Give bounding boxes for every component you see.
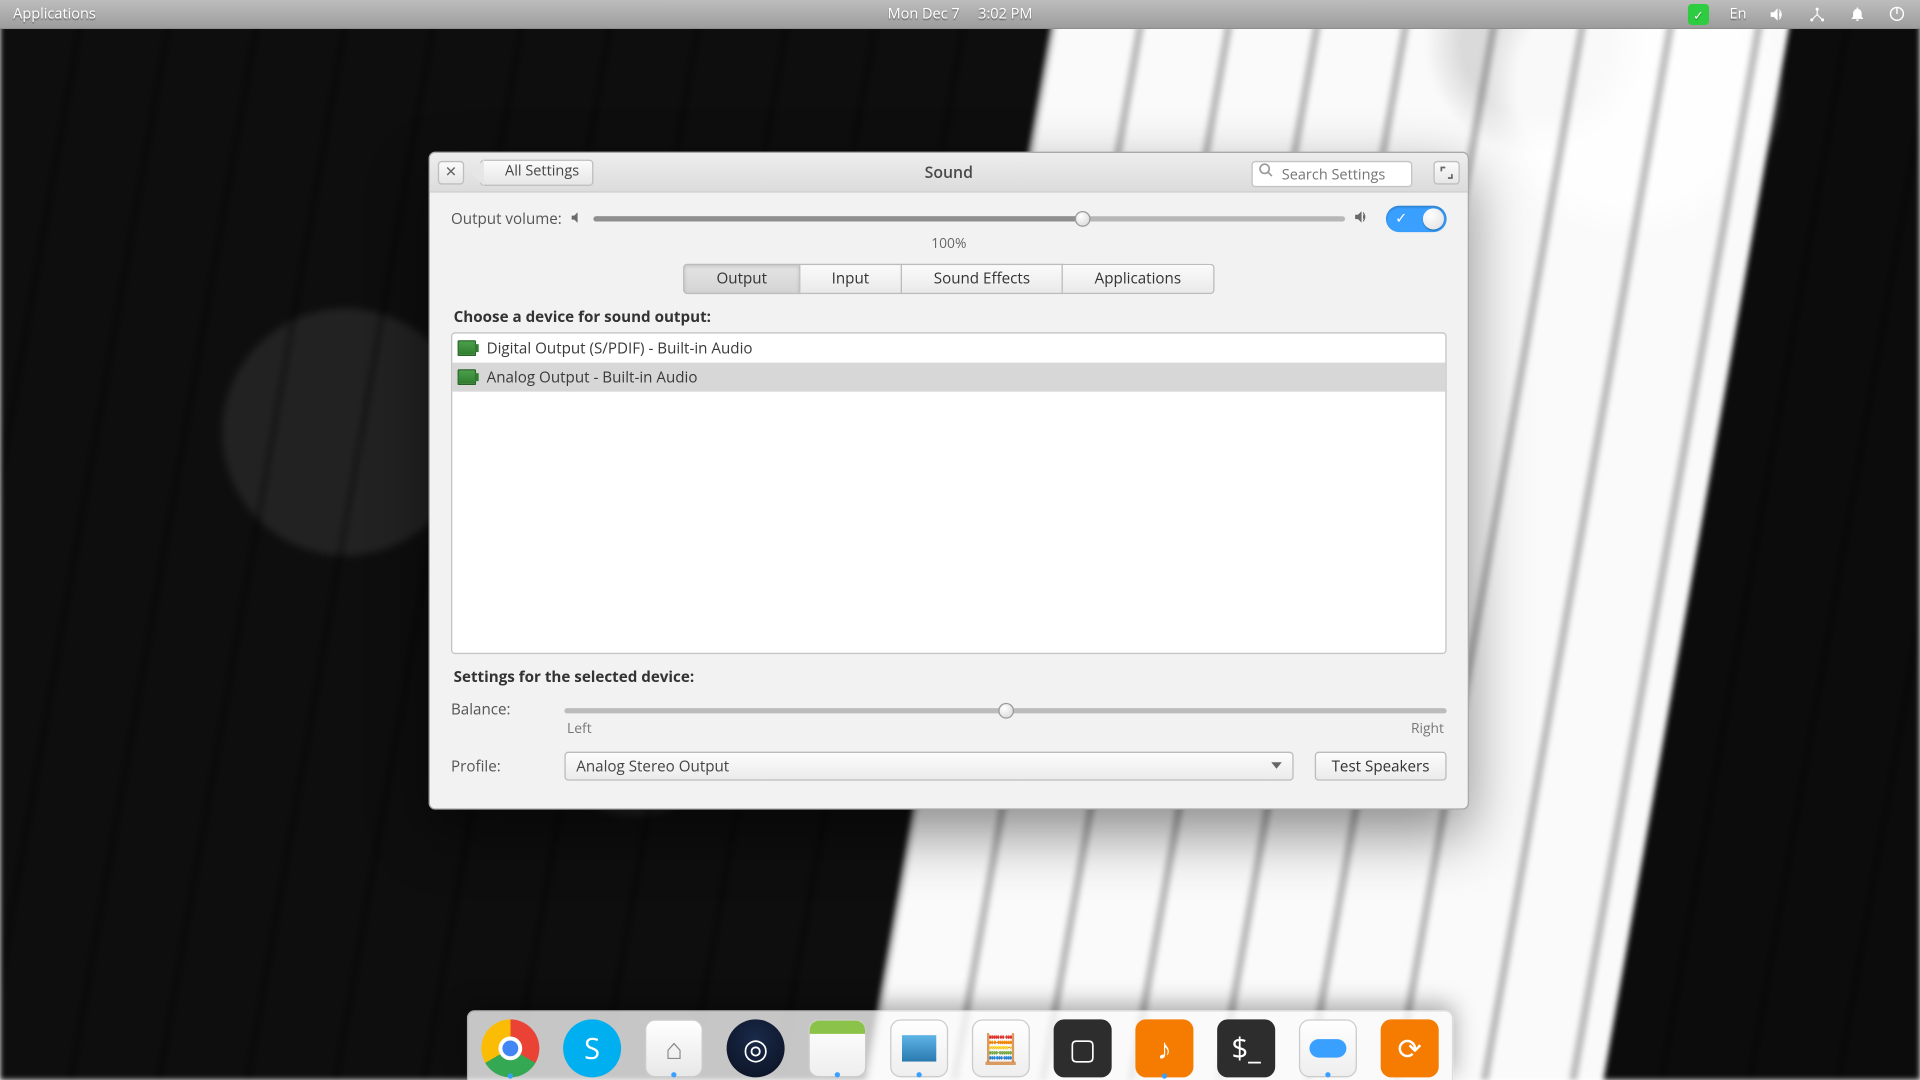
dock-calendar[interactable] [808,1019,866,1077]
balance-label: Balance: [451,700,543,720]
dock-sync[interactable]: ⟳ [1381,1019,1439,1077]
maximize-button[interactable] [1433,160,1459,184]
dock-steam[interactable]: ◎ [727,1019,785,1077]
dock-image-viewer[interactable] [890,1019,948,1077]
applications-menu[interactable]: Applications [13,0,96,28]
device-row[interactable]: Digital Output (S/PDIF) - Built-in Audio [452,334,1445,363]
search-icon [1258,161,1274,183]
updates-icon[interactable]: ✓ [1688,3,1709,24]
running-indicator [1325,1072,1330,1077]
device-name: Digital Output (S/PDIF) - Built-in Audio [487,338,753,358]
tab-output[interactable]: Output [684,264,800,294]
keyboard-layout-icon[interactable]: En [1727,3,1748,24]
profile-combobox[interactable]: Analog Stereo Output [564,752,1293,781]
speaker-low-icon [570,208,586,230]
dock-files[interactable]: ⌂ [645,1019,703,1077]
sound-card-icon [458,369,476,385]
device-name: Analog Output - Built-in Audio [487,367,698,387]
window-title: Sound [925,161,973,183]
dock-calculator[interactable]: 🧮 [972,1019,1030,1077]
search-settings-input[interactable] [1251,161,1412,187]
notifications-tray-icon[interactable] [1846,3,1867,24]
output-volume-percent: 100% [451,235,1447,253]
chevron-down-icon [1271,762,1282,769]
dock-settings-switch[interactable] [1299,1019,1357,1077]
sound-settings-window: ✕ All Settings Sound Output volume: [429,152,1469,810]
power-tray-icon[interactable] [1886,3,1907,24]
balance-slider[interactable] [564,701,1446,719]
panel-date[interactable]: Mon Dec 7 [888,0,960,29]
tab-sound-effects[interactable]: Sound Effects [902,264,1063,294]
output-volume-label: Output volume: [451,209,562,229]
all-settings-button[interactable]: All Settings [480,159,594,185]
dock-screenshot[interactable]: ▢ [1054,1019,1112,1077]
dock: S ⌂ ◎ 🧮 ▢ ♪ $_ ⟳ [467,1010,1453,1080]
panel-time[interactable]: 3:02 PM [978,0,1032,29]
running-indicator [916,1072,921,1077]
volume-tray-icon[interactable] [1767,3,1788,24]
test-speakers-button[interactable]: Test Speakers [1314,752,1446,781]
output-device-list[interactable]: Digital Output (S/PDIF) - Built-in Audio… [451,332,1447,654]
device-row[interactable]: Analog Output - Built-in Audio [452,363,1445,392]
balance-right-label: Right [1411,720,1444,738]
dock-skype[interactable]: S [563,1019,621,1077]
network-tray-icon[interactable] [1807,3,1828,24]
top-panel: Applications Mon Dec 7 3:02 PM ✓ En [0,0,1920,29]
dock-chrome[interactable] [481,1019,539,1077]
running-indicator [671,1072,676,1077]
tab-input[interactable]: Input [800,264,902,294]
profile-label: Profile: [451,756,543,776]
close-button[interactable]: ✕ [438,160,464,184]
choose-device-label: Choose a device for sound output: [454,307,1447,327]
dock-music[interactable]: ♪ [1135,1019,1193,1077]
speaker-high-icon [1353,208,1370,230]
dock-terminal[interactable]: $_ [1217,1019,1275,1077]
balance-left-label: Left [567,720,592,738]
selected-device-settings-label: Settings for the selected device: [454,667,1447,687]
sound-card-icon [458,340,476,356]
tab-applications[interactable]: Applications [1063,264,1214,294]
profile-value: Analog Stereo Output [576,756,729,776]
window-titlebar[interactable]: ✕ All Settings Sound [430,153,1468,193]
output-volume-slider[interactable] [593,210,1345,228]
sound-tabs: Output Input Sound Effects Applications [451,264,1447,294]
running-indicator [508,1073,513,1078]
output-mute-toggle[interactable] [1386,206,1447,232]
running-indicator [835,1072,840,1077]
running-indicator [1162,1073,1167,1078]
